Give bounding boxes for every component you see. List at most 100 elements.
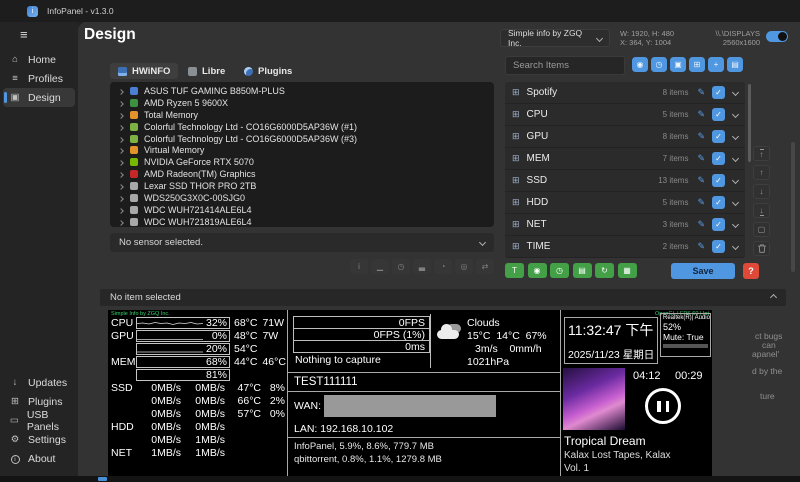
tree-row[interactable]: AMD Radeon(TM) Graphics bbox=[110, 168, 494, 180]
add-image-button[interactable]: ◉ bbox=[528, 263, 547, 278]
frame-button[interactable]: ▣ bbox=[670, 57, 686, 72]
edit-icon[interactable]: ✎ bbox=[697, 153, 705, 164]
donut-button[interactable]: ◎ bbox=[455, 259, 473, 274]
add-table-button[interactable]: ▦ bbox=[618, 263, 637, 278]
add-gauge-button[interactable]: ↻ bbox=[595, 263, 614, 278]
selection-status-text: No item selected bbox=[110, 292, 181, 303]
profile-select[interactable]: Simple info by ZGQ Inc. bbox=[500, 29, 610, 47]
swap-button[interactable]: ⇄ bbox=[476, 259, 494, 274]
sensor-select-dropdown[interactable]: No sensor selected. bbox=[110, 233, 494, 252]
edit-icon[interactable]: ✎ bbox=[697, 219, 705, 230]
edit-icon[interactable]: ✎ bbox=[697, 87, 705, 98]
chevron-down-icon[interactable] bbox=[732, 221, 739, 228]
tab-hwinfo[interactable]: HWiNFO bbox=[110, 63, 178, 79]
add-button[interactable]: ⊞ bbox=[689, 57, 705, 72]
tree-row[interactable]: Lexar SSD THOR PRO 2TB bbox=[110, 180, 494, 192]
taskbar-app-icon[interactable] bbox=[98, 477, 107, 481]
tab-libre[interactable]: Libre bbox=[180, 63, 233, 79]
visible-checkbox[interactable]: ✓ bbox=[712, 218, 725, 231]
gauge-button[interactable]: ◔ bbox=[434, 259, 452, 274]
delete-button[interactable] bbox=[753, 241, 770, 256]
chevron-down-icon[interactable] bbox=[732, 133, 739, 140]
visible-checkbox[interactable]: ✓ bbox=[712, 174, 725, 187]
move-up-button[interactable]: ↑ bbox=[753, 165, 770, 180]
search-input[interactable] bbox=[505, 56, 625, 75]
move-button[interactable]: + bbox=[708, 57, 724, 72]
visible-checkbox[interactable]: ✓ bbox=[712, 108, 725, 121]
tree-row[interactable]: WDC WUH721414ALE6L4 bbox=[110, 204, 494, 216]
visible-checkbox[interactable]: ✓ bbox=[712, 152, 725, 165]
add-clock-button[interactable]: ◷ bbox=[550, 263, 569, 278]
edit-icon[interactable]: ✎ bbox=[697, 175, 705, 186]
sidebar-item-updates[interactable]: ↓ Updates bbox=[0, 373, 78, 392]
move-bottom-button[interactable]: ↓ bbox=[753, 203, 770, 218]
hdd-row: 0MB/s 1MB/s bbox=[111, 434, 285, 446]
visible-checkbox[interactable]: ✓ bbox=[712, 196, 725, 209]
chevron-down-icon[interactable] bbox=[732, 111, 739, 118]
move-down-button[interactable]: ↓ bbox=[753, 184, 770, 199]
list-scrollbar[interactable] bbox=[748, 84, 751, 162]
tree-row[interactable]: Colorful Technology Ltd - CO16G6000D5AP3… bbox=[110, 133, 494, 145]
group-row-mem[interactable]: ⊞ MEM 7 items ✎ ✓ bbox=[505, 148, 745, 170]
info-button[interactable]: i bbox=[350, 259, 368, 274]
move-top-button[interactable]: ↑ bbox=[753, 146, 770, 161]
table-button[interactable]: ▤ bbox=[727, 57, 743, 72]
memory-icon bbox=[130, 111, 138, 119]
tab-plugins[interactable]: Plugins bbox=[236, 63, 300, 79]
group-row-time[interactable]: ⊞ TIME 2 items ✎ ✓ bbox=[505, 236, 745, 258]
gpu-icon bbox=[130, 158, 138, 166]
tree-row[interactable]: Virtual Memory bbox=[110, 144, 494, 156]
add-chart-button[interactable]: ▤ bbox=[573, 263, 592, 278]
tree-row[interactable]: AMD Ryzen 5 9600X bbox=[110, 97, 494, 109]
add-text-button[interactable]: T bbox=[505, 263, 524, 278]
group-row-net[interactable]: ⊞ NET 3 items ✎ ✓ bbox=[505, 214, 745, 236]
group-row-ssd[interactable]: ⊞ SSD 13 items ✎ ✓ bbox=[505, 170, 745, 192]
page-scrollbar[interactable] bbox=[791, 142, 795, 272]
chevron-down-icon[interactable] bbox=[732, 199, 739, 206]
tree-row[interactable]: WDC WUH721819ALE6L4 bbox=[110, 216, 494, 227]
edit-icon[interactable]: ✎ bbox=[697, 197, 705, 208]
sidebar-item-home[interactable]: ⌂ Home bbox=[0, 50, 78, 69]
visible-checkbox[interactable]: ✓ bbox=[712, 86, 725, 99]
hamburger-menu-icon[interactable]: ≡ bbox=[20, 27, 34, 42]
sidebar-item-about[interactable]: i About bbox=[0, 449, 78, 468]
sidebar-item-settings[interactable]: ⚙ Settings bbox=[0, 430, 78, 449]
panel-preview[interactable]: Simple Info by ZGQ Inc. CPU 32% 68°C71W … bbox=[108, 310, 712, 479]
edit-icon[interactable]: ✎ bbox=[697, 131, 705, 142]
group-row-hdd[interactable]: ⊞ HDD 5 items ✎ ✓ bbox=[505, 192, 745, 214]
sidebar-item-design[interactable]: ▣ Design bbox=[3, 88, 75, 107]
selection-status-bar[interactable]: No item selected bbox=[100, 289, 786, 306]
group-row-cpu[interactable]: ⊞ CPU 5 items ✎ ✓ bbox=[505, 104, 745, 126]
image-button[interactable]: ◉ bbox=[632, 57, 648, 72]
chevron-down-icon[interactable] bbox=[732, 243, 739, 250]
clock-button[interactable]: ◷ bbox=[651, 57, 667, 72]
tree-row[interactable]: Colorful Technology Ltd - CO16G6000D5AP3… bbox=[110, 121, 494, 133]
chevron-down-icon[interactable] bbox=[732, 155, 739, 162]
edit-icon[interactable]: ✎ bbox=[697, 241, 705, 252]
tree-row[interactable]: NVIDIA GeForce RTX 5070 bbox=[110, 156, 494, 168]
display-toggle[interactable] bbox=[766, 31, 788, 42]
bar-button[interactable]: ▃ bbox=[413, 259, 431, 274]
group-row-spotify[interactable]: ⊞ Spotify 8 items ✎ ✓ bbox=[505, 82, 745, 104]
visible-checkbox[interactable]: ✓ bbox=[712, 240, 725, 253]
save-button[interactable]: Save bbox=[671, 263, 735, 279]
clock-button[interactable]: ◷ bbox=[392, 259, 410, 274]
help-button[interactable]: ? bbox=[743, 263, 759, 279]
sidebar-item-usb-panels[interactable]: ▭ USB Panels bbox=[0, 411, 78, 430]
graph-button[interactable]: ▁ bbox=[371, 259, 389, 274]
group-row-gpu[interactable]: ⊞ GPU 8 items ✎ ✓ bbox=[505, 126, 745, 148]
track-album-line2: Vol. 1 bbox=[564, 463, 589, 474]
sidebar-item-profiles[interactable]: ≡ Profiles bbox=[0, 69, 78, 88]
chevron-down-icon[interactable] bbox=[732, 89, 739, 96]
tree-row[interactable]: Total Memory bbox=[110, 109, 494, 121]
gpu-graph: 0% bbox=[136, 330, 230, 342]
visible-checkbox[interactable]: ✓ bbox=[712, 130, 725, 143]
tree-row[interactable]: ASUS TUF GAMING B850M-PLUS bbox=[110, 85, 494, 97]
tree-row[interactable]: WDS250G3X0C-00SJG0 bbox=[110, 192, 494, 204]
chevron-down-icon[interactable] bbox=[732, 177, 739, 184]
duplicate-button[interactable]: ▢ bbox=[753, 222, 770, 237]
edit-icon[interactable]: ✎ bbox=[697, 109, 705, 120]
gpu-label: GPU bbox=[111, 330, 134, 342]
item-group-list: ⊞ Spotify 8 items ✎ ✓ ⊞ CPU 5 items ✎ ✓ … bbox=[505, 82, 745, 258]
expander-icon bbox=[118, 160, 124, 166]
